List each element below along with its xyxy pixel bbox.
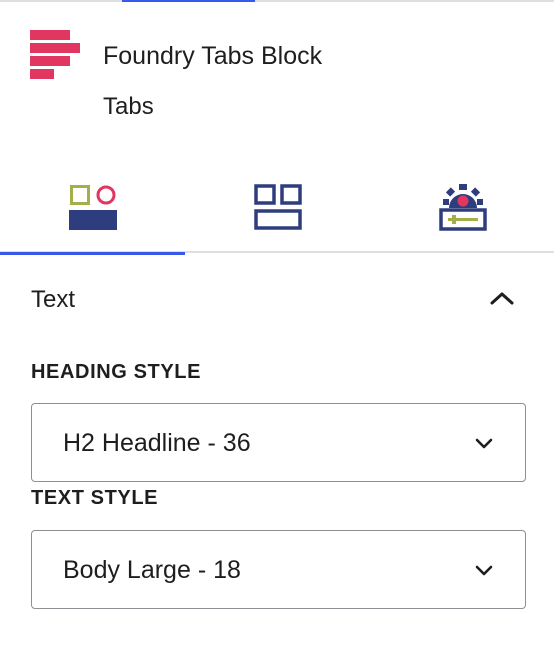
panel-title: Text [31,286,76,313]
settings-icon [438,183,487,231]
heading-style-label: HEADING STYLE [31,361,202,383]
chevron-up-icon[interactable] [489,290,515,306]
block-title: Foundry Tabs Block [103,42,323,70]
chevron-down-icon [475,438,493,449]
top-active-indicator [122,0,255,2]
block-card: Foundry Tabs Block Tabs [30,30,530,130]
block-description: Tabs [103,93,154,120]
foundry-logo-icon [30,30,80,79]
heading-style-select[interactable]: H2 Headline - 36 [31,403,526,482]
text-style-label: TEXT STYLE [31,487,159,509]
tab-settings[interactable] [370,160,554,253]
style-icon [68,184,117,230]
text-panel-toggle[interactable]: Text [0,268,554,332]
tab-style[interactable] [0,160,185,255]
text-style-select[interactable]: Body Large - 18 [31,530,526,609]
inspector-tabs [0,160,554,255]
layout-icon [253,183,302,230]
heading-style-value: H2 Headline - 36 [63,429,251,457]
chevron-down-icon [475,565,493,576]
text-style-value: Body Large - 18 [63,556,241,584]
tab-layout[interactable] [185,160,370,253]
top-divider [0,0,554,2]
